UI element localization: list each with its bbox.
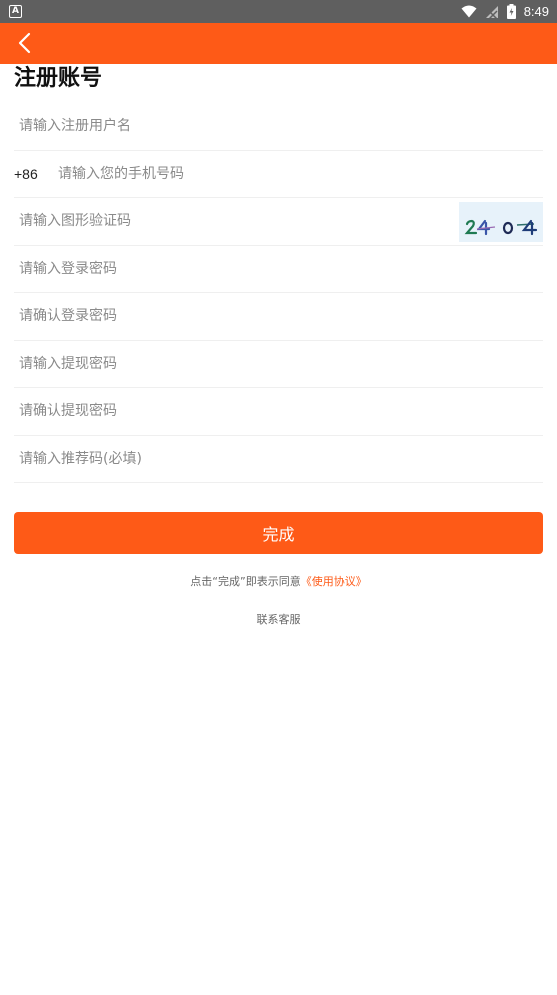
referral-code-input[interactable]	[14, 435, 543, 482]
agreement-prefix: 点击“完成”即表示同意	[190, 575, 301, 588]
captcha-image[interactable]	[459, 202, 543, 242]
app-bar	[0, 23, 557, 64]
agreement-text: 点击“完成”即表示同意《使用协议》	[0, 573, 557, 589]
country-code: +86	[14, 165, 38, 182]
captcha-text	[464, 219, 538, 236]
withdraw-password-input[interactable]	[14, 340, 543, 387]
terms-link[interactable]: 《使用协议》	[301, 575, 367, 588]
username-row	[14, 103, 543, 151]
chevron-left-icon	[18, 32, 31, 54]
phone-row: +86	[14, 150, 543, 198]
confirm-withdraw-password-input[interactable]	[14, 388, 543, 435]
notification-icon: A	[9, 5, 22, 18]
referral-row	[14, 435, 543, 483]
username-input[interactable]	[14, 103, 543, 150]
page-title: 注册账号	[14, 66, 103, 91]
status-bar: A 8:49	[0, 0, 557, 23]
status-icons: 8:49	[461, 0, 549, 23]
back-button[interactable]	[8, 27, 40, 59]
captcha-row	[14, 198, 543, 246]
register-form: +86	[14, 103, 543, 483]
confirm-login-password-input[interactable]	[14, 293, 543, 340]
confirm-withdraw-password-row	[14, 388, 543, 436]
login-password-input[interactable]	[14, 245, 543, 292]
status-time: 8:49	[523, 4, 549, 19]
customer-service-link[interactable]: 联系客服	[0, 611, 557, 627]
phone-input[interactable]	[58, 150, 543, 197]
no-signal-icon	[485, 5, 498, 19]
captcha-input[interactable]	[14, 198, 454, 245]
battery-icon	[506, 4, 516, 19]
wifi-icon	[461, 5, 477, 18]
login-password-row	[14, 245, 543, 293]
confirm-login-password-row	[14, 293, 543, 341]
withdraw-password-row	[14, 340, 543, 388]
submit-button[interactable]: 完成	[14, 512, 543, 554]
